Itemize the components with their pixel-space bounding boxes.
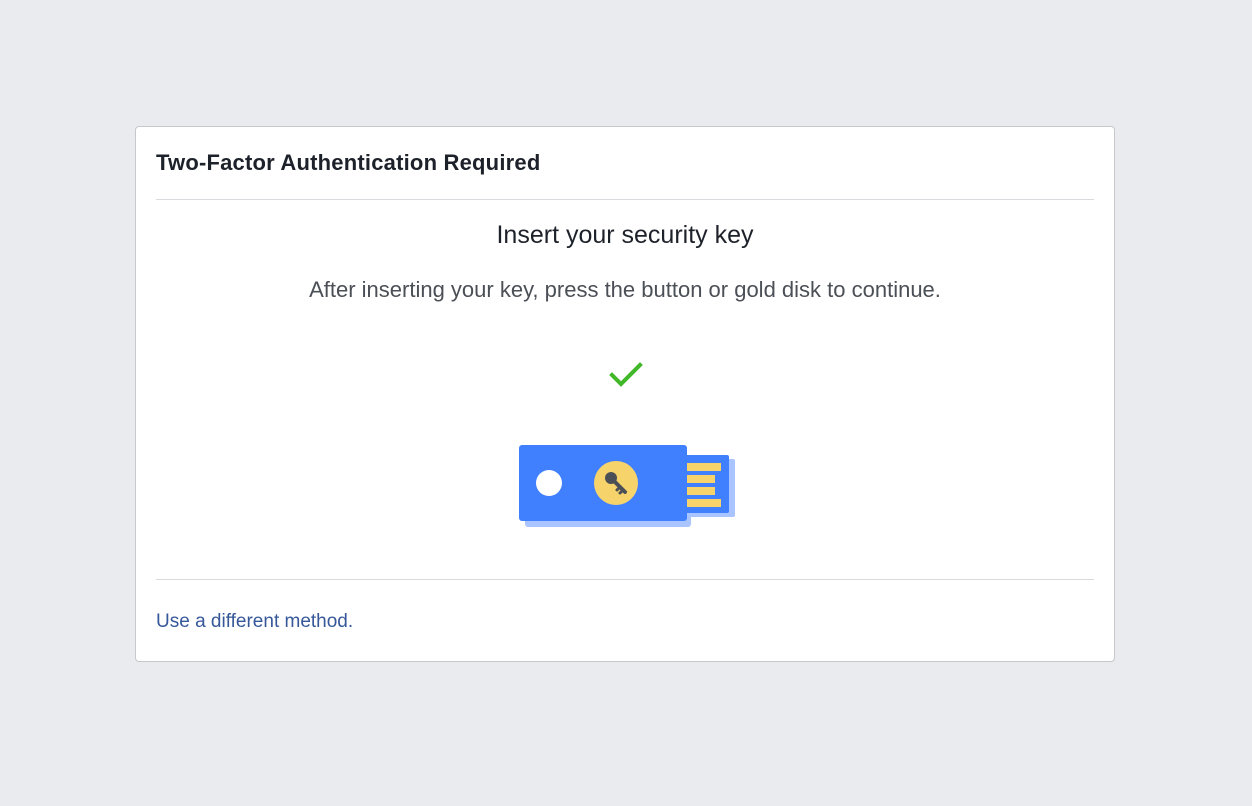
use-different-method-link[interactable]: Use a different method. [156,611,353,633]
security-key-icon [519,445,735,527]
instructions-text: After inserting your key, press the butt… [309,277,941,302]
two-factor-dialog: Two-Factor Authentication Required Inser… [135,126,1115,662]
dialog-title: Two-Factor Authentication Required [156,150,541,175]
insert-key-heading: Insert your security key [496,221,754,249]
checkmark-icon [609,362,643,387]
dialog-footer: Use a different method. [156,579,1094,662]
dialog-header: Two-Factor Authentication Required [156,127,1094,200]
